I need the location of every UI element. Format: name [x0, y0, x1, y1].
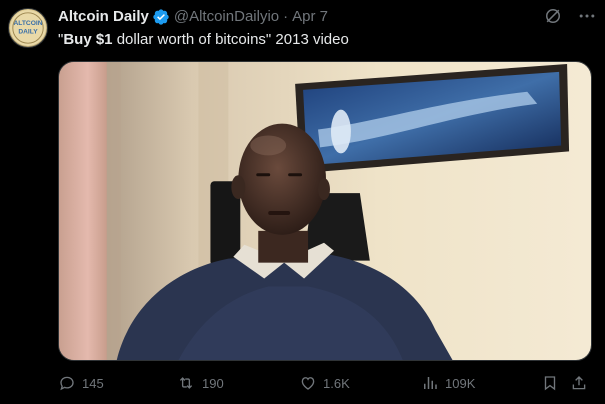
tweet-text-bold: Buy $1: [63, 31, 113, 48]
svg-text:DAILY: DAILY: [18, 29, 38, 36]
author-display-name[interactable]: Altcoin Daily: [58, 7, 149, 27]
tweet-top-actions: [543, 6, 597, 26]
more-horizontal-icon[interactable]: [577, 6, 597, 26]
repost-icon: [176, 374, 196, 392]
author-handle[interactable]: @AltcoinDailyio: [174, 7, 279, 27]
like-count: 1.6K: [323, 375, 350, 391]
tweet-header: Altcoin Daily @AltcoinDailyio · Apr 7: [58, 7, 328, 27]
separator-dot: ·: [283, 8, 289, 25]
svg-text:ALTCOIN: ALTCOIN: [13, 20, 42, 27]
bookmark-button[interactable]: [541, 372, 559, 394]
views-count: 109K: [445, 375, 476, 391]
views-bar-chart-icon: [421, 374, 439, 392]
share-button[interactable]: [570, 372, 588, 394]
repost-count: 190: [202, 375, 224, 391]
tweet-text-rest: dollar worth of bitcoins" 2013 video: [112, 31, 349, 48]
reply-icon: [58, 374, 76, 392]
tweet-text: "Buy $1 dollar worth of bitcoins" 2013 v…: [58, 30, 349, 50]
heart-icon: [299, 374, 317, 392]
grok-icon[interactable]: [543, 6, 563, 26]
altcoin-daily-logo-icon: ALTCOIN DAILY: [9, 9, 47, 47]
reply-button[interactable]: 145: [58, 372, 104, 394]
tweet-date[interactable]: Apr 7: [292, 7, 328, 27]
tweet: ALTCOIN DAILY Altcoin Daily @AltcoinDail…: [0, 0, 605, 404]
like-button[interactable]: 1.6K: [299, 372, 350, 394]
bookmark-icon: [541, 374, 559, 392]
author-avatar[interactable]: ALTCOIN DAILY: [8, 8, 48, 48]
verified-badge-icon: [152, 8, 170, 26]
share-icon: [570, 374, 588, 392]
tweet-video[interactable]: [58, 61, 592, 361]
video-frame: [59, 62, 591, 360]
tweet-action-bar: 145 190 1.6K 109K: [58, 372, 592, 394]
reply-count: 145: [82, 375, 104, 391]
views-button[interactable]: 109K: [421, 372, 475, 394]
repost-button[interactable]: 190: [176, 372, 224, 394]
